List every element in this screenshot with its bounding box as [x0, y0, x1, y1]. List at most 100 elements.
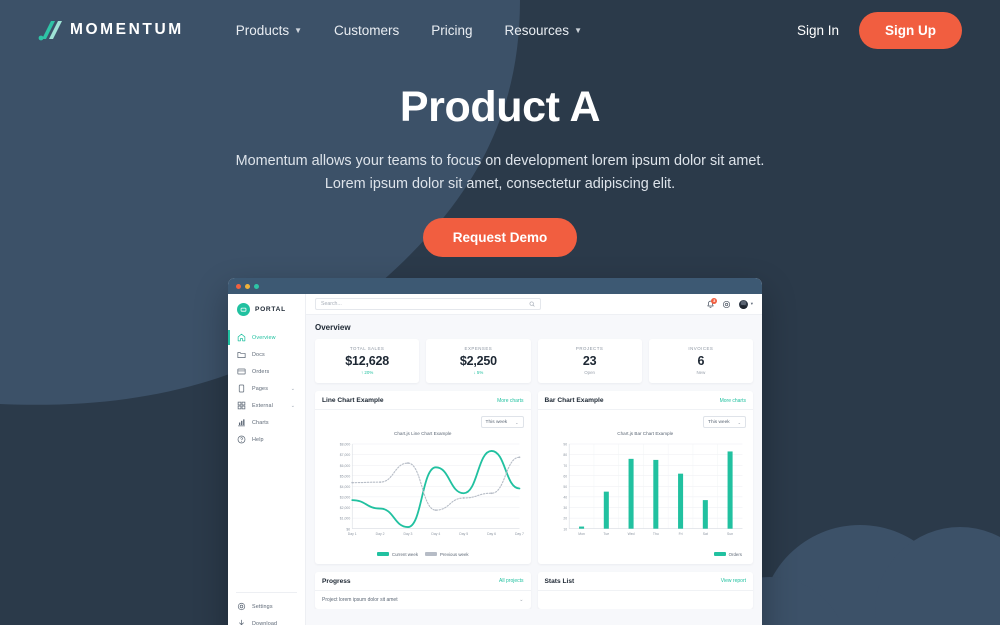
sidebar-item-help[interactable]: Help	[228, 431, 305, 448]
line-chart-title: Line Chart Example	[322, 397, 384, 404]
stat-cards: TOTAL SALES $12,628 ↑ 20% EXPENSES $2,25…	[315, 339, 753, 383]
sidebar-item-charts[interactable]: Charts	[228, 414, 305, 431]
svg-text:90: 90	[563, 443, 567, 447]
sidebar-item-pages-label: Pages	[252, 385, 269, 392]
bar-chart-period-select[interactable]: This week ⌄	[703, 416, 746, 428]
nav-link-resources[interactable]: Resources ▼	[489, 17, 598, 44]
stat-card-invoices[interactable]: INVOICES 6 New	[648, 339, 753, 383]
svg-text:60: 60	[563, 474, 567, 478]
dashboard-main: Search... 3 ▾ Overview TOTAL SALES $12,6…	[306, 294, 762, 625]
svg-text:$4,000: $4,000	[340, 485, 351, 489]
bar-chart-panel: Bar Chart Example More charts This week …	[537, 391, 753, 564]
svg-text:$2,000: $2,000	[340, 506, 351, 510]
bar-chart-more-link[interactable]: More charts	[720, 398, 746, 404]
stat-card-projects[interactable]: PROJECTS 23 Open	[537, 339, 642, 383]
nav-link-customers[interactable]: Customers	[318, 17, 415, 44]
nav-link-pricing[interactable]: Pricing	[415, 17, 488, 44]
avatar-menu[interactable]: ▾	[737, 298, 753, 310]
sign-up-button[interactable]: Sign Up	[859, 11, 962, 49]
sidebar-bottom-nav: Settings Download	[228, 588, 305, 625]
legend-item-orders: Orders	[713, 552, 742, 557]
window-maximize-dot[interactable]	[254, 283, 259, 289]
sidebar-divider	[236, 592, 297, 593]
nav-link-products[interactable]: Products ▼	[220, 17, 318, 44]
sidebar-item-settings[interactable]: Settings	[228, 598, 305, 615]
sidebar-item-external-label: External	[252, 402, 273, 409]
request-demo-button[interactable]: Request Demo	[422, 218, 578, 258]
sidebar-item-download-label: Download	[252, 620, 278, 625]
stat-label: INVOICES	[688, 346, 714, 351]
search-placeholder: Search...	[321, 301, 342, 307]
nav-right: Sign In Sign Up	[783, 11, 962, 49]
bar-chart-svg: 10 20 30 40 50 60 70 80 90 Mon Tue Wed Thu Fri Sat Sun	[563, 443, 742, 536]
page-root: MOMENTUM Products ▼ Customers Pricing Re…	[0, 0, 1000, 625]
sidebar-brand[interactable]: PORTAL	[228, 294, 305, 325]
sidebar-item-overview[interactable]: Overview	[228, 329, 305, 346]
stat-card-total-sales[interactable]: TOTAL SALES $12,628 ↑ 20%	[315, 339, 420, 383]
svg-text:$3,000: $3,000	[340, 496, 351, 500]
dashboard-topbar: Search... 3 ▾	[306, 294, 762, 315]
hero-section: Product A Momentum allows your teams to …	[0, 83, 1000, 258]
chevron-down-icon: ⌄	[737, 419, 741, 425]
card-icon	[237, 368, 246, 375]
progress-header: Progress All projects	[315, 572, 531, 591]
folder-icon	[237, 352, 246, 358]
svg-text:Wed: Wed	[627, 532, 634, 536]
search-input[interactable]: Search...	[315, 298, 541, 310]
bar-chart-legend: Orders	[545, 552, 747, 557]
stat-delta: ↑ 20%	[361, 370, 374, 375]
notifications-button[interactable]: 3	[706, 297, 718, 309]
window-minimize-dot[interactable]	[245, 283, 250, 289]
hero-cta-wrap: Request Demo	[0, 218, 1000, 258]
svg-text:Day 5: Day 5	[459, 532, 468, 536]
navbar: MOMENTUM Products ▼ Customers Pricing Re…	[0, 0, 1000, 60]
stat-card-expenses[interactable]: EXPENSES $2,250 ↓ 5%	[426, 339, 531, 383]
svg-text:50: 50	[563, 485, 567, 489]
dashboard-window-mockup: PORTAL Overview Docs Orders Pages ⌄ Exte…	[228, 278, 762, 625]
sidebar-item-charts-label: Charts	[252, 419, 269, 426]
sidebar-item-docs[interactable]: Docs	[228, 346, 305, 363]
progress-panel: Progress All projects Project lorem ipsu…	[315, 571, 531, 609]
sidebar-item-download[interactable]: Download	[228, 615, 305, 625]
window-body: PORTAL Overview Docs Orders Pages ⌄ Exte…	[228, 294, 762, 625]
sidebar-item-external[interactable]: External ⌄	[228, 397, 305, 414]
svg-text:Day 3: Day 3	[404, 532, 413, 536]
sign-in-link[interactable]: Sign In	[783, 17, 853, 44]
gear-icon[interactable]	[722, 300, 731, 309]
svg-text:30: 30	[563, 506, 567, 510]
logo[interactable]: MOMENTUM	[38, 19, 184, 41]
dashboard-content: Overview TOTAL SALES $12,628 ↑ 20% EXPEN…	[306, 315, 762, 609]
sidebar-item-orders[interactable]: Orders	[228, 363, 305, 380]
line-chart-inner-title: Chart.js Line Chart Example	[394, 431, 452, 436]
bars-icon	[238, 419, 245, 427]
hero-subtitle: Momentum allows your teams to focus on d…	[0, 150, 1000, 196]
chevron-down-icon: ▾	[750, 301, 753, 306]
chart-panels: Line Chart Example More charts This week…	[315, 391, 753, 564]
progress-all-projects-link[interactable]: All projects	[499, 578, 523, 584]
stat-label: PROJECTS	[575, 346, 604, 351]
nav-link-pricing-label: Pricing	[431, 22, 473, 38]
sidebar-item-pages[interactable]: Pages ⌄	[228, 380, 305, 397]
stat-value: $12,628	[345, 353, 390, 368]
line-chart-period-select[interactable]: This week ⌄	[480, 416, 524, 428]
progress-row[interactable]: Project lorem ipsum dolor sit amet ⌄	[315, 591, 531, 609]
legend-label: Previous week	[440, 551, 469, 557]
nav-link-resources-label: Resources	[504, 22, 570, 38]
legend-swatch	[713, 552, 726, 557]
stats-list-row	[538, 591, 754, 603]
stat-label: EXPENSES	[464, 346, 493, 351]
stats-list-view-report-link[interactable]: View report	[721, 578, 746, 584]
window-close-dot[interactable]	[236, 283, 241, 289]
chevron-down-icon: ⌄	[290, 402, 295, 409]
line-chart-svg: $0 $1,000 $2,000 $3,000 $4,000 $5,000 $6,000 $7…	[340, 443, 524, 537]
notification-badge: 3	[711, 297, 718, 304]
file-icon	[238, 384, 245, 393]
svg-text:20: 20	[563, 517, 567, 521]
svg-text:Sat: Sat	[702, 532, 707, 536]
line-chart-more-link[interactable]: More charts	[497, 398, 523, 404]
nav-link-products-label: Products	[235, 22, 290, 38]
svg-text:$5,000: $5,000	[340, 474, 351, 478]
sidebar-item-help-label: Help	[252, 436, 264, 443]
stats-list-header: Stats List View report	[537, 572, 753, 591]
svg-text:Day 6: Day 6	[487, 532, 496, 536]
